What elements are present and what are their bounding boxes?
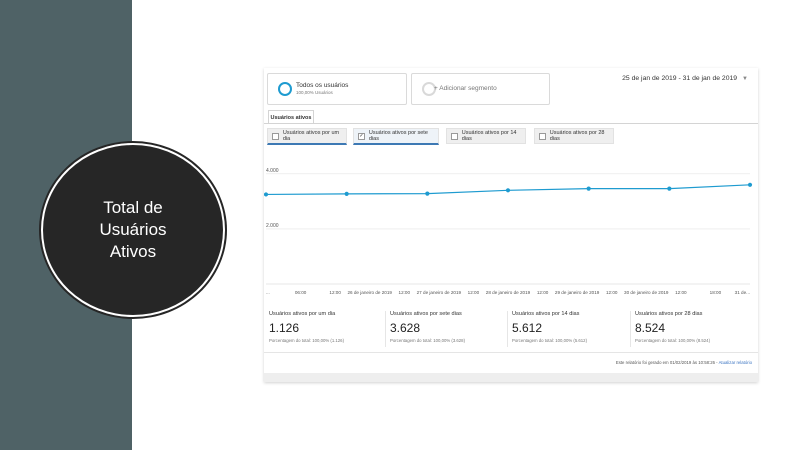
x-tick-label: 26 de janeiro de 2019 xyxy=(347,290,392,295)
stat-label: Usuários ativos por um dia xyxy=(269,311,336,317)
date-range-label: 25 de jan de 2019 - 31 de jan de 2019 xyxy=(622,75,738,82)
checkbox[interactable] xyxy=(272,132,279,140)
refresh-report-link[interactable]: Atualizar relatório xyxy=(719,360,752,365)
slide-title-circle: Total de Usuários Ativos xyxy=(41,143,225,317)
date-range-picker[interactable]: 25 de jan de 2019 - 31 de jan de 2019 ▼ xyxy=(622,75,748,82)
y-tick-label: 4.000 xyxy=(266,168,279,174)
stat-value: 1.126 xyxy=(269,321,300,335)
chevron-down-icon: ▼ xyxy=(742,76,748,82)
stat-value: 8.524 xyxy=(635,321,666,335)
x-tick-label: 27 de janeiro de 2019 xyxy=(417,290,462,295)
data-point xyxy=(505,188,511,193)
report-generated-text: Este relatório foi gerado em 01/02/2019 … xyxy=(615,360,719,365)
data-point xyxy=(264,192,269,197)
x-tick-label: 12:00 xyxy=(329,290,341,295)
x-tick-label: 06:00 xyxy=(295,290,307,295)
data-point xyxy=(747,182,753,187)
checkbox[interactable] xyxy=(451,132,458,140)
stat-percentage: Porcentagem do total: 100,00% (5.612) xyxy=(512,338,588,343)
x-tick-label: 12:00 xyxy=(537,290,549,295)
toggle-14-day-users[interactable]: Usuários ativos por 14 dias xyxy=(446,128,526,144)
stat-14-days: Usuários ativos por 14 dias 5.612 Porcen… xyxy=(512,311,624,343)
active-users-line-chart: 4.000 2.000... 06:00 12:00 26 de janeiro de … xyxy=(264,168,753,295)
stat-percentage: Porcentagem do total: 100,00% (8.524) xyxy=(635,338,711,343)
data-point xyxy=(344,191,349,196)
x-tick-label: 28 de janeiro de 2019 xyxy=(486,290,531,295)
x-tick-label: 12:00 xyxy=(606,290,618,295)
analytics-screenshot: Todos os usuários 100,00% Usuários + Adi… xyxy=(264,68,758,382)
stat-divider xyxy=(630,311,631,347)
add-segment-label: + Adicionar segmento xyxy=(434,85,497,92)
stat-1-day: Usuários ativos por um dia 1.126 Porcent… xyxy=(269,311,381,343)
x-tick-label: 29 de janeiro de 2019 xyxy=(555,290,600,295)
stat-7-days: Usuários ativos por sete dias 3.628 Porc… xyxy=(390,311,502,343)
stat-label: Usuários ativos por 28 dias xyxy=(635,311,703,317)
toggle-label: Usuários ativos por 28 dias xyxy=(549,130,605,142)
x-tick-label: 12:00 xyxy=(468,290,480,295)
tab-divider xyxy=(264,123,758,124)
x-tick-label: 12:00 xyxy=(399,290,411,295)
toggle-label: Usuários ativos por um dia xyxy=(282,130,340,142)
stat-divider xyxy=(507,311,508,347)
add-segment-button[interactable]: + Adicionar segmento xyxy=(411,73,550,105)
slide-title-line: Ativos xyxy=(109,242,157,261)
stat-value: 5.612 xyxy=(512,321,543,335)
x-tick-label: 18:00 xyxy=(710,290,722,295)
segment-ring-icon xyxy=(278,82,292,96)
data-point xyxy=(667,186,672,191)
toggle-7-day-users[interactable]: ✓ Usuários ativos por sete dias xyxy=(353,128,439,145)
toggle-1-day-users[interactable]: Usuários ativos por um dia xyxy=(267,128,347,145)
checkbox[interactable]: ✓ xyxy=(358,132,365,140)
segment-all-users[interactable]: Todos os usuários 100,00% Usuários xyxy=(267,73,407,105)
toggle-label: Usuários ativos por 14 dias xyxy=(461,130,517,142)
segment-title: Todos os usuários xyxy=(296,82,349,89)
stat-value: 3.628 xyxy=(390,321,421,335)
stat-label: Usuários ativos por sete dias xyxy=(390,311,462,317)
stat-label: Usuários ativos por 14 dias xyxy=(512,311,580,317)
stat-percentage: Porcentagem do total: 100,00% (3.628) xyxy=(390,338,466,343)
slide-title-line: Total de xyxy=(103,198,163,217)
x-tick-label: 31 de... xyxy=(735,290,750,295)
stat-percentage: Porcentagem do total: 100,00% (1.126) xyxy=(269,338,345,343)
slide-title-line: Usuários xyxy=(99,220,167,239)
x-tick-label: 12:00 xyxy=(675,290,687,295)
x-tick-label: ... xyxy=(266,290,270,295)
toggle-label: Usuários ativos por sete dias xyxy=(368,130,428,142)
footer-divider xyxy=(264,352,758,353)
stat-divider xyxy=(385,311,386,347)
report-footer: Este relatório foi gerado em 01/02/2019 … xyxy=(616,360,752,365)
segment-subtitle: 100,00% Usuários xyxy=(296,90,333,95)
y-tick-label: 2.000 xyxy=(266,223,279,229)
x-tick-label: 30 de janeiro de 2019 xyxy=(624,290,669,295)
stat-28-days: Usuários ativos por 28 dias 8.524 Porcen… xyxy=(635,311,747,343)
bottom-bar xyxy=(264,373,758,382)
tab-active-users[interactable]: Usuários ativos xyxy=(268,110,314,124)
checkbox[interactable] xyxy=(539,132,546,140)
toggle-28-day-users[interactable]: Usuários ativos por 28 dias xyxy=(534,128,614,144)
data-point xyxy=(425,191,430,196)
data-point xyxy=(586,186,591,191)
